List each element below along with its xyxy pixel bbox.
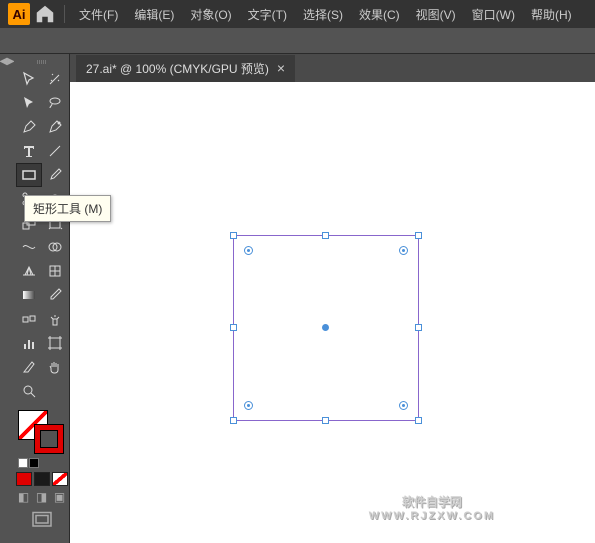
corner-widget-sw[interactable] [244, 401, 253, 410]
column-graph-tool[interactable] [17, 332, 41, 354]
menu-window[interactable]: 窗口(W) [466, 2, 521, 27]
zoom-tool[interactable] [17, 380, 41, 402]
handle-se[interactable] [415, 417, 422, 424]
gradient-tool[interactable] [17, 284, 41, 306]
color-black[interactable] [34, 472, 50, 486]
color-none[interactable] [52, 472, 68, 486]
handle-nw[interactable] [230, 232, 237, 239]
tab-bar: 27.ai* @ 100% (CMYK/GPU 预览) × [70, 54, 595, 82]
menu-select[interactable]: 选择(S) [297, 2, 349, 27]
toolbar-grip[interactable] [27, 60, 57, 64]
draw-normal-icon[interactable]: ◧ [16, 490, 32, 504]
width-tool[interactable] [17, 236, 41, 258]
slice-tool[interactable] [17, 356, 41, 378]
fill-stroke-swatch[interactable] [18, 410, 66, 454]
swap-default-icons[interactable] [18, 458, 39, 468]
menu-effect[interactable]: 效果(C) [353, 2, 406, 27]
perspective-grid-tool[interactable] [17, 260, 41, 282]
hand-tool[interactable] [43, 356, 67, 378]
handle-sw[interactable] [230, 417, 237, 424]
lasso-tool[interactable] [43, 92, 67, 114]
canvas[interactable]: 软件自学网 WWW.RJZXW.COM [70, 82, 595, 543]
draw-inside-icon[interactable]: ▣ [52, 490, 68, 504]
corner-widget-se[interactable] [399, 401, 408, 410]
handle-s[interactable] [322, 417, 329, 424]
handle-ne[interactable] [415, 232, 422, 239]
paintbrush-tool[interactable] [43, 164, 67, 186]
artboard-tool[interactable] [43, 332, 67, 354]
close-icon[interactable]: × [277, 61, 285, 75]
handle-n[interactable] [322, 232, 329, 239]
watermark-main: 软件自学网 [369, 495, 495, 509]
rectangle-shape[interactable] [233, 235, 419, 421]
menu-type[interactable]: 文字(T) [242, 2, 293, 27]
artboard: 软件自学网 WWW.RJZXW.COM [70, 82, 595, 543]
shape-builder-tool[interactable] [43, 236, 67, 258]
handle-e[interactable] [415, 324, 422, 331]
pen-tool[interactable] [17, 116, 41, 138]
center-point [322, 324, 329, 331]
symbol-sprayer-tool[interactable] [43, 308, 67, 330]
menu-help[interactable]: 帮助(H) [525, 2, 578, 27]
stroke-swatch[interactable] [34, 424, 64, 454]
handle-w[interactable] [230, 324, 237, 331]
line-tool[interactable] [43, 140, 67, 162]
panel-collapse-strip[interactable]: ◀▶ [0, 54, 14, 543]
menu-view[interactable]: 视图(V) [410, 2, 462, 27]
watermark-sub: WWW.RJZXW.COM [369, 510, 495, 523]
home-icon[interactable] [34, 3, 56, 25]
menu-object[interactable]: 对象(O) [184, 2, 237, 27]
screen-mode-row: ◧ ◨ ▣ [16, 490, 68, 504]
curvature-tool[interactable] [43, 116, 67, 138]
magic-wand-tool[interactable] [43, 68, 67, 90]
tab-label: 27.ai* @ 100% (CMYK/GPU 预览) [86, 60, 269, 77]
separator [64, 5, 65, 23]
eyedropper-tool[interactable] [43, 284, 67, 306]
menu-file[interactable]: 文件(F) [73, 2, 124, 27]
document-tab[interactable]: 27.ai* @ 100% (CMYK/GPU 预览) × [76, 55, 295, 82]
color-red[interactable] [16, 472, 32, 486]
type-tool[interactable] [17, 140, 41, 162]
corner-widget-ne[interactable] [399, 246, 408, 255]
control-bar [0, 28, 595, 54]
tooltip: 矩形工具 (M) [24, 195, 111, 222]
color-mode-row [16, 472, 68, 486]
document-area: 27.ai* @ 100% (CMYK/GPU 预览) × [70, 54, 595, 543]
draw-behind-icon[interactable]: ◨ [34, 490, 50, 504]
mesh-tool[interactable] [43, 260, 67, 282]
watermark: 软件自学网 WWW.RJZXW.COM [369, 495, 495, 523]
menu-edit[interactable]: 编辑(E) [128, 2, 180, 27]
blend-tool[interactable] [17, 308, 41, 330]
selection-tool[interactable] [17, 68, 41, 90]
direct-selection-tool[interactable] [17, 92, 41, 114]
toolbar: ◧ ◨ ▣ [14, 54, 70, 543]
rectangle-tool[interactable] [17, 164, 41, 186]
screen-mode-button[interactable] [30, 510, 54, 530]
collapse-arrow-icon: ◀▶ [0, 56, 15, 67]
corner-widget-nw[interactable] [244, 246, 253, 255]
app-logo: Ai [8, 3, 30, 25]
menubar: Ai 文件(F) 编辑(E) 对象(O) 文字(T) 选择(S) 效果(C) 视… [0, 0, 595, 28]
